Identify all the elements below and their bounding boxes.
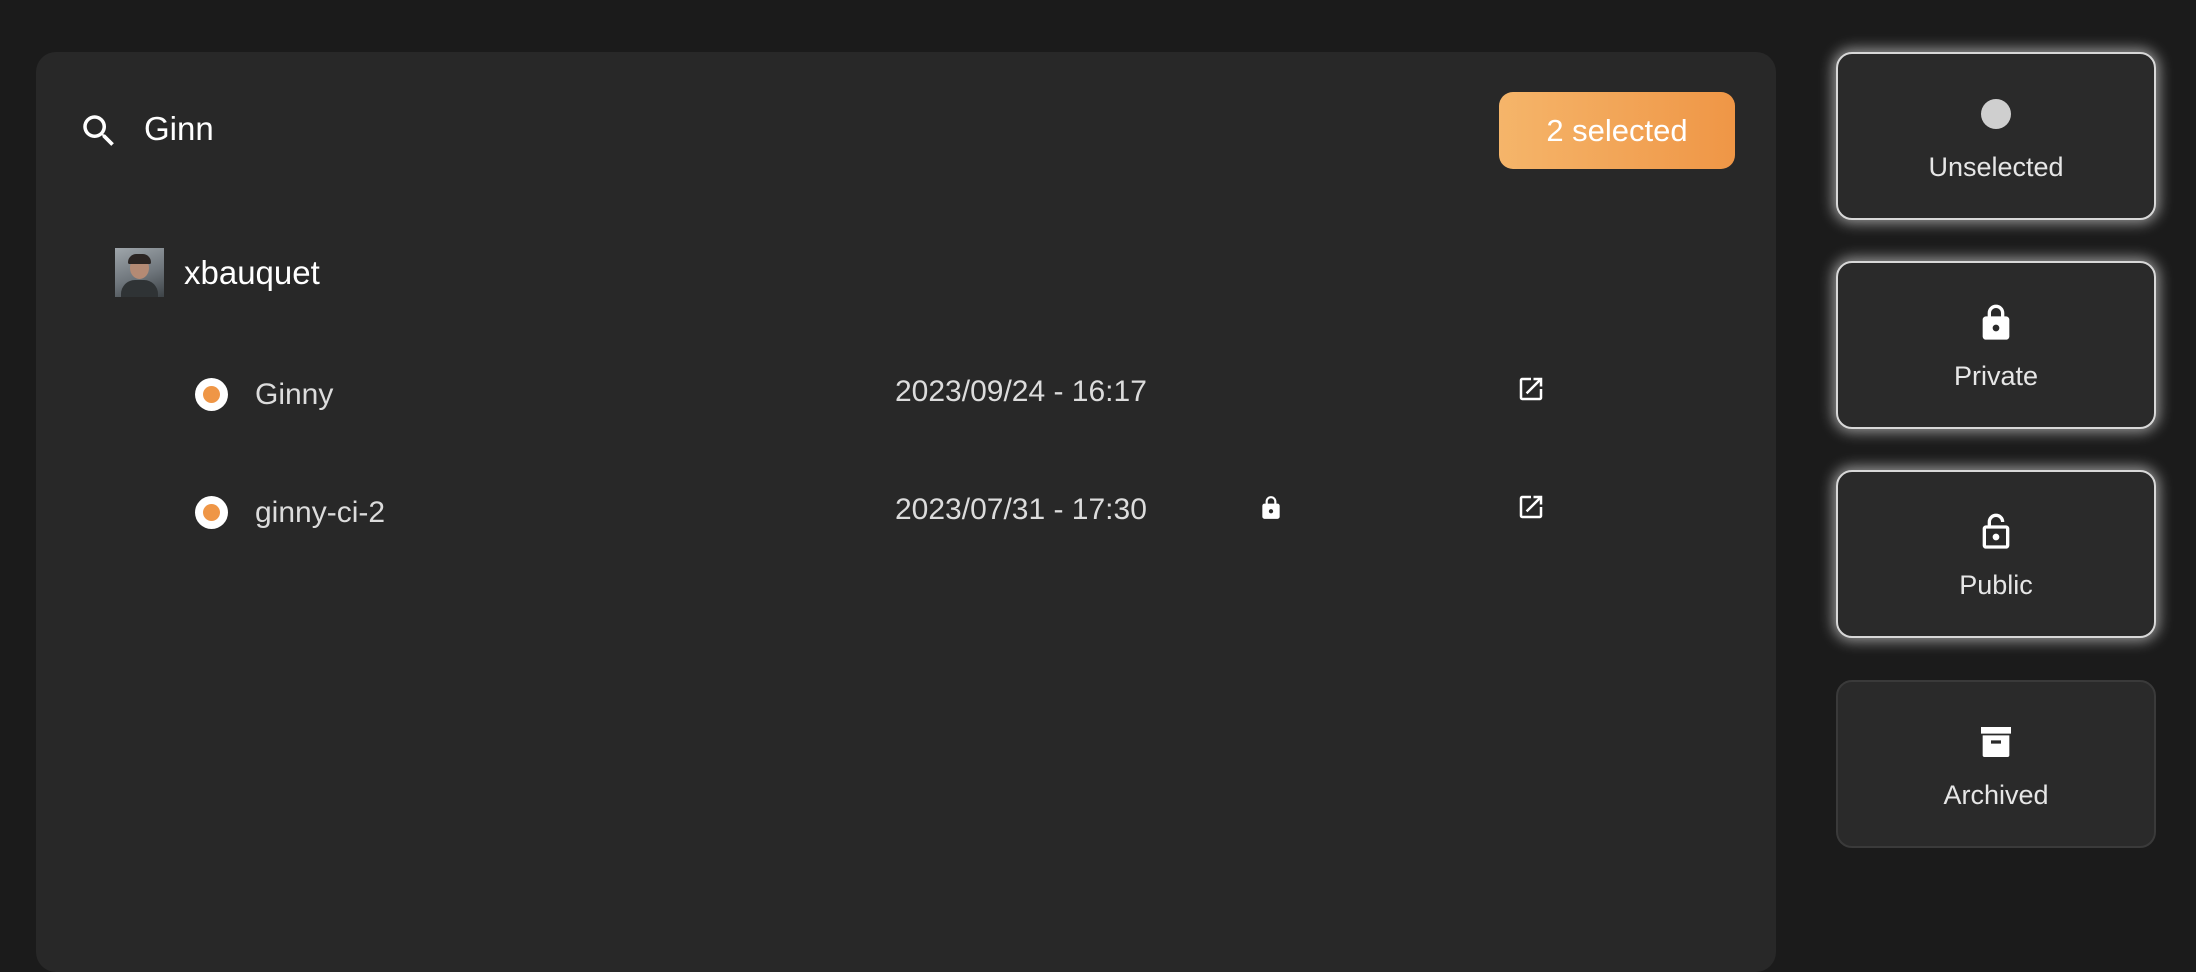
filter-unselected-button[interactable]: Unselected	[1836, 52, 2156, 220]
repo-row[interactable]: Ginny 2023/09/24 - 16:17	[195, 370, 1595, 420]
repo-radio[interactable]	[195, 378, 228, 411]
filter-label: Archived	[1943, 780, 2049, 810]
open-in-new-icon[interactable]	[1516, 374, 1546, 404]
open-in-new-icon[interactable]	[1516, 492, 1546, 522]
repo-radio[interactable]	[195, 496, 228, 529]
lock-icon	[1982, 304, 2010, 340]
repo-date: 2023/07/31 - 17:30	[895, 493, 1147, 526]
search-input[interactable]	[144, 104, 844, 154]
circle-icon	[1981, 99, 2011, 129]
filter-label: Public	[1959, 570, 2033, 600]
search-icon	[83, 115, 114, 146]
avatar	[115, 248, 164, 297]
lock-open-icon	[1982, 513, 2010, 549]
repo-row[interactable]: ginny-ci-2 2023/07/31 - 17:30	[195, 488, 1595, 538]
repo-date: 2023/09/24 - 16:17	[895, 375, 1147, 408]
owner-name: xbauquet	[184, 253, 320, 291]
filter-archived-button[interactable]: Archived	[1836, 680, 2156, 848]
selected-count-button[interactable]: 2 selected	[1499, 92, 1735, 169]
repo-name: Ginny	[255, 378, 334, 411]
filter-label: Private	[1953, 361, 2039, 391]
filter-public-button[interactable]: Public	[1836, 470, 2156, 638]
filter-label: Unselected	[1928, 152, 2064, 182]
lock-icon	[1262, 496, 1280, 519]
owner-row: xbauquet	[115, 248, 320, 297]
filter-private-button[interactable]: Private	[1836, 261, 2156, 429]
archive-icon	[1981, 727, 2011, 757]
repo-name: ginny-ci-2	[255, 496, 386, 529]
